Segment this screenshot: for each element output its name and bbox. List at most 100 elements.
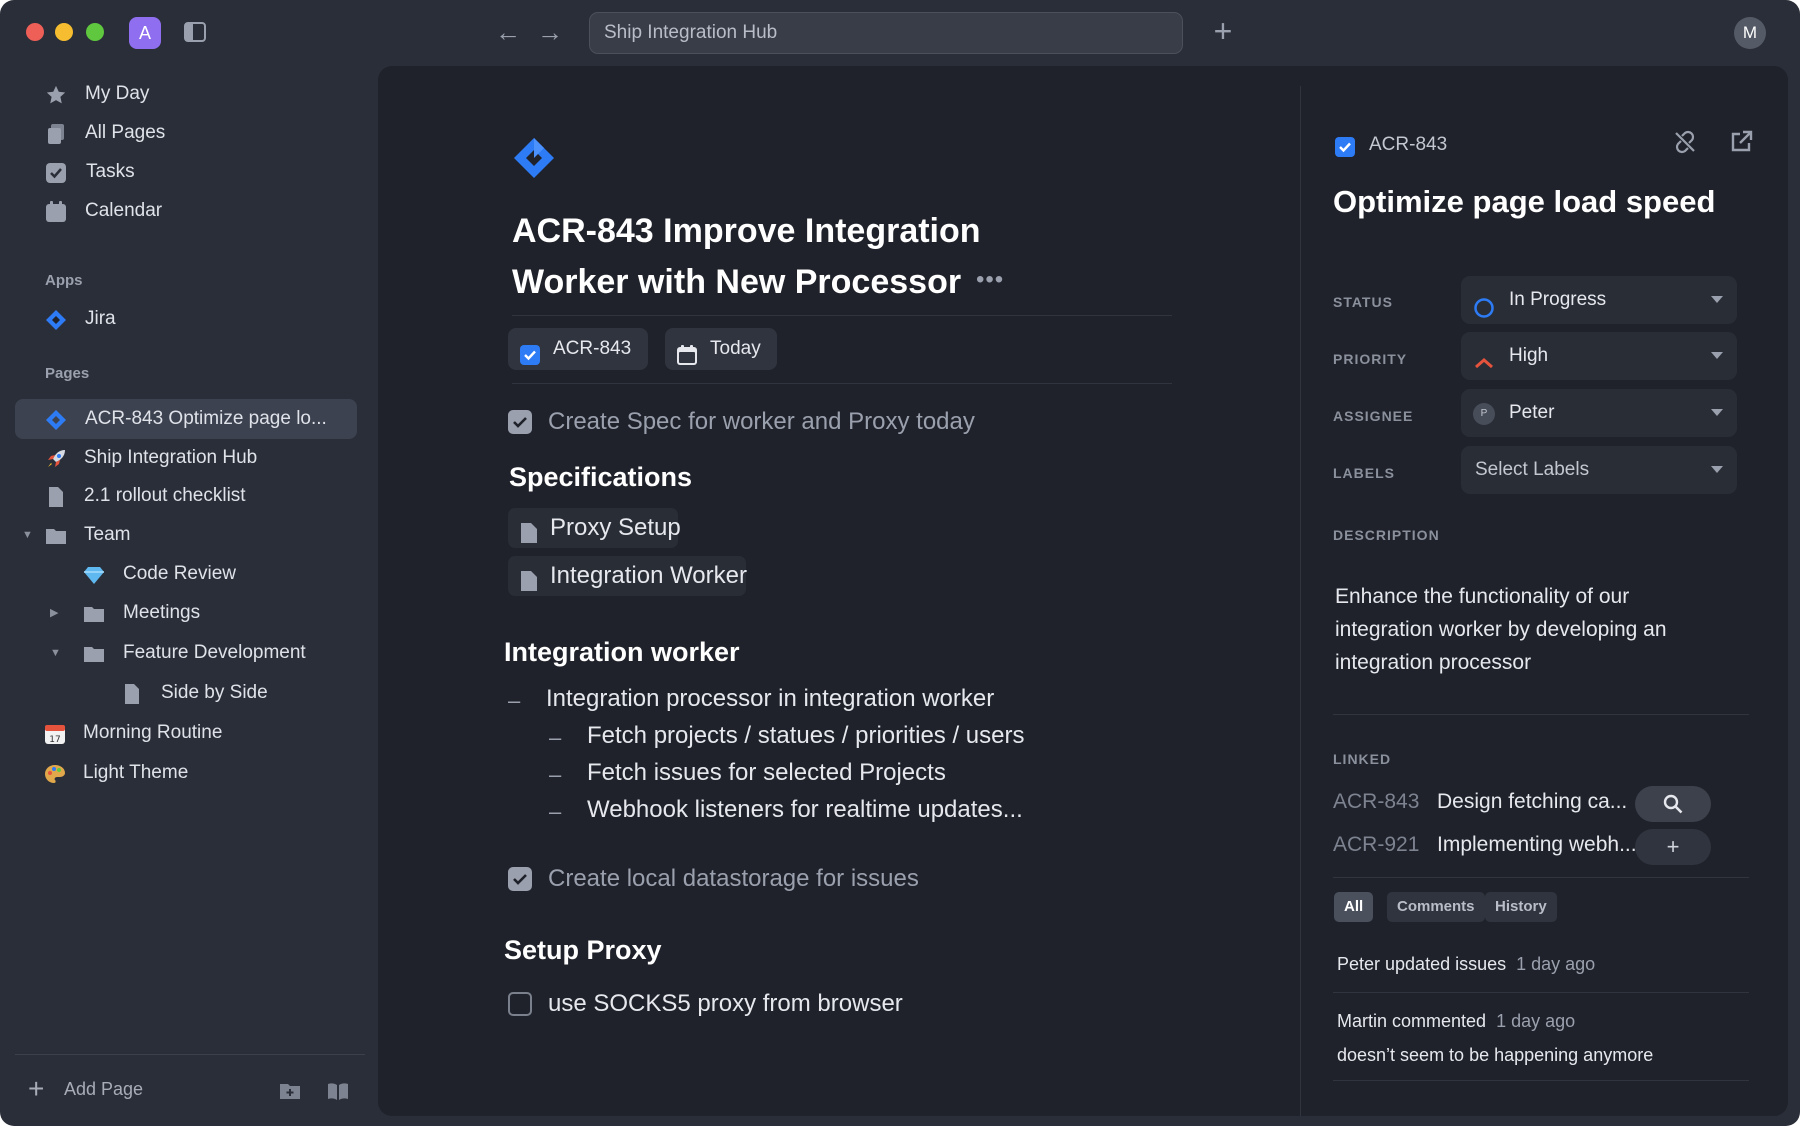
chevron-right-icon[interactable]: ▶ xyxy=(50,593,64,633)
sidebar-item-label: Jira xyxy=(85,308,116,329)
document-icon xyxy=(45,486,67,508)
sidebar-item-label: Calendar xyxy=(85,200,163,221)
sidebar-item-label: All Pages xyxy=(85,122,166,143)
forward-arrow-icon[interactable]: → xyxy=(536,18,564,46)
linked-issue-key[interactable]: ACR-921 xyxy=(1333,833,1419,857)
status-dropdown[interactable]: In Progress xyxy=(1461,276,1737,324)
search-button[interactable] xyxy=(1635,786,1711,822)
integration-worker-heading[interactable]: Integration worker xyxy=(504,637,740,668)
sidebar-page-light-theme[interactable]: Light Theme xyxy=(15,753,357,793)
sidebar-page-side-by-side[interactable]: Side by Side xyxy=(15,673,357,713)
sidebar-page-ship-integration-hub[interactable]: Ship Integration Hub xyxy=(15,438,357,478)
sidebar-toggle-icon[interactable] xyxy=(184,21,206,43)
task-text[interactable]: Create Spec for worker and Proxy today xyxy=(548,408,975,436)
page-title[interactable]: ACR-843 Improve Integration Worker with … xyxy=(512,206,1032,308)
svg-text:17: 17 xyxy=(49,735,60,745)
linked-issue-key[interactable]: ACR-843 xyxy=(1333,790,1419,814)
list-item[interactable]: Integration processor in integration wor… xyxy=(546,685,994,713)
date-chip[interactable]: Today xyxy=(665,328,777,370)
jira-icon xyxy=(512,136,556,180)
main-panel: ACR-843 Improve Integration Worker with … xyxy=(378,66,1788,1116)
document-icon xyxy=(520,565,538,591)
linked-issue-title[interactable]: Implementing webh... xyxy=(1437,833,1637,857)
user-avatar[interactable]: M xyxy=(1734,17,1766,49)
document-icon xyxy=(520,517,538,543)
tab-all[interactable]: All xyxy=(1334,892,1374,922)
sidebar-item-label: Team xyxy=(84,524,131,545)
workspace-avatar[interactable]: A xyxy=(129,17,161,49)
dropdown-caret-icon xyxy=(1711,352,1723,359)
sidebar-item-label: Meetings xyxy=(123,602,201,623)
back-arrow-icon[interactable]: ← xyxy=(494,18,522,46)
plus-icon[interactable]: + xyxy=(1208,15,1238,47)
star-icon xyxy=(45,84,67,106)
issue-chip[interactable]: ACR-843 xyxy=(508,328,648,370)
list-item[interactable]: Fetch issues for selected Projects xyxy=(587,759,946,787)
folder-icon xyxy=(83,643,105,665)
add-link-button[interactable]: + xyxy=(1635,829,1711,865)
task-checkbox[interactable] xyxy=(508,410,532,434)
sidebar-page-meetings[interactable]: ▶ Meetings xyxy=(15,593,357,633)
description-label: DESCRIPTION xyxy=(1333,527,1440,543)
sidebar-item-tasks[interactable]: Tasks xyxy=(15,152,357,192)
divider xyxy=(1333,1080,1749,1081)
task-text[interactable]: use SOCKS5 proxy from browser xyxy=(548,990,903,1018)
chevron-down-icon[interactable]: ▼ xyxy=(50,633,64,673)
sidebar-item-label: Code Review xyxy=(123,563,236,584)
status-circle-icon xyxy=(1473,290,1495,318)
sidebar-item-calendar[interactable]: Calendar xyxy=(15,191,357,231)
close-window-button[interactable] xyxy=(26,23,44,41)
specifications-heading[interactable]: Specifications xyxy=(509,462,692,493)
list-item[interactable]: Fetch projects / statues / priorities / … xyxy=(587,722,1025,750)
checkbox-icon[interactable] xyxy=(1335,137,1355,157)
sidebar: My Day All Pages Tasks Calendar Apps Jir… xyxy=(0,66,374,1126)
sidebar-item-my-day[interactable]: My Day xyxy=(15,74,357,114)
linked-issue-title[interactable]: Design fetching ca... xyxy=(1437,790,1627,814)
sidebar-item-label: My Day xyxy=(85,83,150,104)
task-checkbox[interactable] xyxy=(508,992,532,1016)
sidebar-page-team[interactable]: ▼ Team xyxy=(15,515,357,555)
assignee-dropdown[interactable]: P Peter xyxy=(1461,389,1737,437)
document-editor[interactable]: ACR-843 Improve Integration Worker with … xyxy=(378,66,1300,1116)
chevron-down-icon[interactable]: ▼ xyxy=(22,515,36,555)
priority-dropdown[interactable]: High xyxy=(1461,332,1737,380)
setup-proxy-heading[interactable]: Setup Proxy xyxy=(504,935,662,966)
sidebar-page-code-review[interactable]: Code Review xyxy=(15,554,357,594)
sidebar-page-acr-843[interactable]: ACR-843 Optimize page lo... xyxy=(15,399,357,439)
sidebar-page-rollout-checklist[interactable]: 2.1 rollout checklist xyxy=(15,476,357,516)
sidebar-item-jira[interactable]: Jira xyxy=(15,299,357,339)
description-text[interactable]: Enhance the functionality of our integra… xyxy=(1335,580,1715,679)
unlink-icon[interactable] xyxy=(1671,128,1699,156)
open-external-icon[interactable] xyxy=(1727,128,1755,156)
task-checkbox[interactable] xyxy=(508,867,532,891)
more-options-icon[interactable]: ••• xyxy=(976,266,1004,294)
dropdown-caret-icon xyxy=(1711,466,1723,473)
sidebar-page-morning-routine[interactable]: 17 Morning Routine xyxy=(15,713,357,753)
page-link-integration-worker[interactable]: Integration Worker xyxy=(508,556,747,596)
add-page-label: Add Page xyxy=(64,1079,144,1099)
issue-details-panel: ACR-843 Optimize page load speed STATUS … xyxy=(1300,86,1788,1116)
task-text[interactable]: Create local datastorage for issues xyxy=(548,865,919,893)
new-folder-icon[interactable] xyxy=(279,1080,301,1102)
tab-comments[interactable]: Comments xyxy=(1387,892,1485,922)
bullet-dash: – xyxy=(549,725,562,750)
status-label: STATUS xyxy=(1333,294,1393,310)
list-item[interactable]: Webhook listeners for realtime updates..… xyxy=(587,796,1023,824)
labels-dropdown[interactable]: Select Labels xyxy=(1461,446,1737,494)
checkbox-icon xyxy=(45,162,67,184)
calendar-icon xyxy=(677,339,697,365)
page-link-proxy-setup[interactable]: Proxy Setup xyxy=(508,508,681,548)
sidebar-item-label: Feature Development xyxy=(123,642,306,663)
calendar-emoji-icon: 17 xyxy=(44,723,66,745)
zoom-window-button[interactable] xyxy=(86,23,104,41)
address-bar[interactable]: Ship Integration Hub xyxy=(589,12,1183,54)
book-icon[interactable] xyxy=(327,1080,349,1102)
minimize-window-button[interactable] xyxy=(55,23,73,41)
issue-title[interactable]: Optimize page load speed xyxy=(1333,184,1715,220)
activity-time: 1 day ago xyxy=(1516,954,1596,974)
tab-history[interactable]: History xyxy=(1485,892,1557,922)
divider xyxy=(512,315,1172,316)
sidebar-item-all-pages[interactable]: All Pages xyxy=(15,113,357,153)
sidebar-page-feature-development[interactable]: ▼ Feature Development xyxy=(15,633,357,673)
labels-label: LABELS xyxy=(1333,465,1395,481)
